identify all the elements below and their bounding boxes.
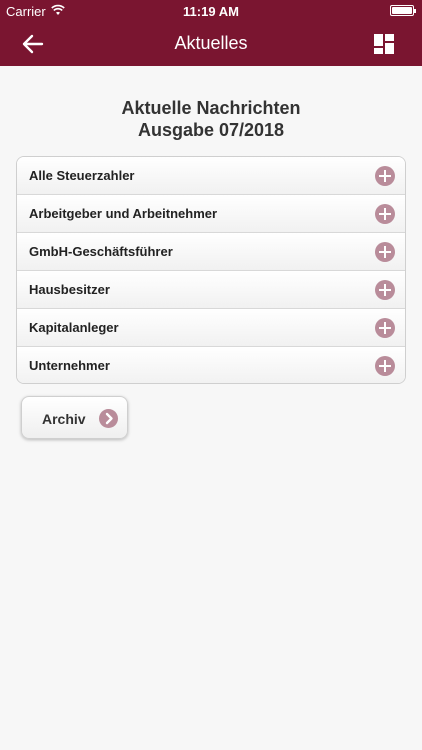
category-label: Hausbesitzer — [29, 282, 110, 297]
news-headline: Aktuelle Nachrichten Ausgabe 07/2018 — [0, 97, 422, 141]
category-label: GmbH-Geschäftsführer — [29, 244, 173, 259]
category-item-gmbh[interactable]: GmbH-Geschäftsführer — [17, 233, 405, 271]
category-item-unternehmer[interactable]: Unternehmer — [17, 347, 405, 383]
clock: 11:19 AM — [183, 4, 239, 19]
category-label: Arbeitgeber und Arbeitnehmer — [29, 206, 218, 221]
archive-button[interactable]: Archiv — [21, 396, 128, 439]
category-item-hausbesitzer[interactable]: Hausbesitzer — [17, 271, 405, 309]
top-bar: Carrier 11:19 AM Aktuelles — [0, 0, 422, 66]
battery-icon — [390, 5, 416, 16]
category-item-arbeitgeber[interactable]: Arbeitgeber und Arbeitnehmer — [17, 195, 405, 233]
plus-icon[interactable] — [375, 166, 395, 186]
headline-issue: Ausgabe 07/2018 — [137, 120, 285, 140]
plus-icon[interactable] — [375, 356, 395, 376]
plus-icon[interactable] — [375, 242, 395, 262]
chevron-right-icon — [99, 409, 118, 428]
plus-icon[interactable] — [375, 280, 395, 300]
plus-icon[interactable] — [375, 204, 395, 224]
page-title: Aktuelles — [174, 33, 248, 53]
category-label: Alle Steuerzahler — [29, 168, 135, 183]
archive-button-label: Archiv — [42, 411, 86, 427]
status-bar: Carrier 11:19 AM — [0, 0, 422, 22]
category-item-kapitalanleger[interactable]: Kapitalanleger — [17, 309, 405, 347]
headline-title: Aktuelle Nachrichten — [121, 98, 301, 118]
grid-icon[interactable] — [374, 34, 394, 54]
category-item-alle-steuerzahler[interactable]: Alle Steuerzahler — [17, 157, 405, 195]
navigation-bar: Aktuelles — [0, 22, 422, 66]
plus-icon[interactable] — [375, 318, 395, 338]
category-label: Kapitalanleger — [29, 320, 119, 335]
category-list: Alle Steuerzahler Arbeitgeber und Arbeit… — [16, 156, 406, 384]
category-label: Unternehmer — [29, 358, 110, 373]
